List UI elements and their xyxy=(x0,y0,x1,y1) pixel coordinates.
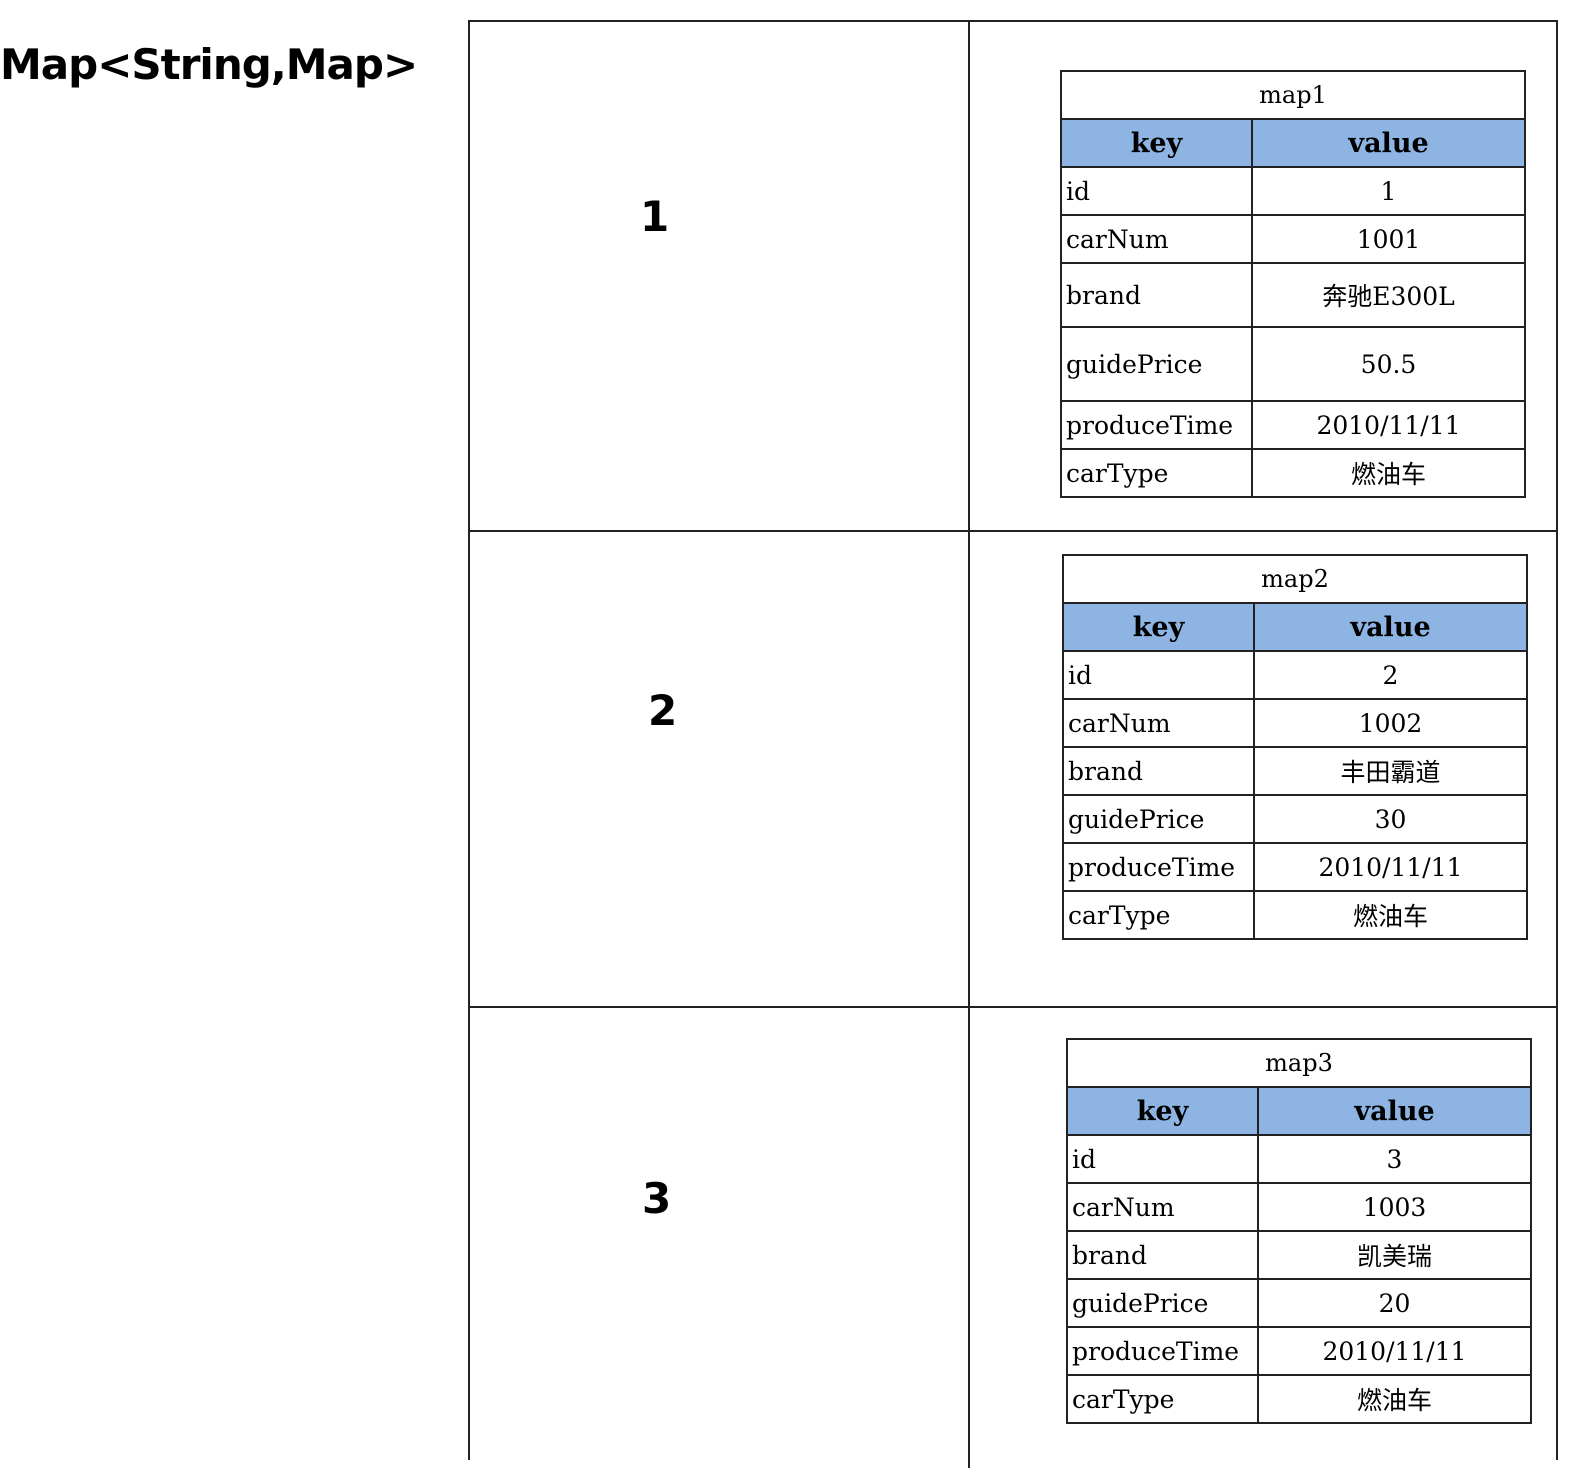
entry-value: 3 xyxy=(1256,1134,1533,1184)
map-entry-row: brand 奔驰E300L xyxy=(1060,262,1527,328)
entry-value: 1003 xyxy=(1256,1182,1533,1232)
inner-map-table: map3 key value id 3 carNum 1003 brand 凯美瑞 g… xyxy=(1065,1038,1533,1424)
entry-key: carType xyxy=(1066,1374,1259,1424)
map-entry-row: guidePrice 20 xyxy=(1066,1278,1533,1328)
key-header: key xyxy=(1060,118,1253,168)
entry-value: 凯美瑞 xyxy=(1256,1230,1533,1280)
entry-key: carNum xyxy=(1060,214,1253,264)
entry-key: brand xyxy=(1066,1230,1259,1280)
map-entry-row: produceTime 2010/11/11 xyxy=(1060,400,1527,450)
entry-value: 1 xyxy=(1250,166,1527,216)
entry-value: 2010/11/11 xyxy=(1252,842,1529,892)
map-entry-row: carType 燃油车 xyxy=(1062,890,1529,940)
value-header: value xyxy=(1252,602,1529,652)
entry-value: 20 xyxy=(1256,1278,1533,1328)
inner-map-name: map3 xyxy=(1065,1038,1533,1088)
map-entry-row: carType 燃油车 xyxy=(1066,1374,1533,1424)
outer-map-row: 1 map1 key value id 1 carNum 1001 brand 奔驰E… xyxy=(470,22,1556,532)
inner-map-table: map1 key value id 1 carNum 1001 brand 奔驰E30… xyxy=(1059,70,1527,498)
entry-value: 燃油车 xyxy=(1256,1374,1533,1424)
entry-value: 1001 xyxy=(1250,214,1527,264)
entry-value: 2010/11/11 xyxy=(1256,1326,1533,1376)
entry-key: guidePrice xyxy=(1062,794,1255,844)
map-entry-row: carType 燃油车 xyxy=(1060,448,1527,498)
entry-key: carType xyxy=(1062,890,1255,940)
entry-value: 50.5 xyxy=(1250,326,1527,402)
entry-key: carType xyxy=(1060,448,1253,498)
map-entry-row: brand 丰田霸道 xyxy=(1062,746,1529,796)
map-entry-row: brand 凯美瑞 xyxy=(1066,1230,1533,1280)
outer-map-key: 3 xyxy=(642,1174,672,1223)
value-header: value xyxy=(1256,1086,1533,1136)
column-divider xyxy=(968,1008,970,1468)
map-entry-row: guidePrice 30 xyxy=(1062,794,1529,844)
value-header: value xyxy=(1250,118,1527,168)
entry-value: 1002 xyxy=(1252,698,1529,748)
map-entry-row: guidePrice 50.5 xyxy=(1060,326,1527,402)
entry-value: 燃油车 xyxy=(1250,448,1527,498)
diagram-title: Map<String,Map> xyxy=(0,40,418,89)
inner-map-name: map1 xyxy=(1059,70,1527,120)
entry-value: 2010/11/11 xyxy=(1250,400,1527,450)
entry-key: guidePrice xyxy=(1066,1278,1259,1328)
outer-map-row: 3 map3 key value id 3 carNum 1003 brand 凯美瑞… xyxy=(470,1008,1556,1468)
entry-key: produceTime xyxy=(1062,842,1255,892)
map-entry-row: carNum 1002 xyxy=(1062,698,1529,748)
outer-map-table: 1 map1 key value id 1 carNum 1001 brand 奔驰E… xyxy=(468,20,1558,1468)
entry-key: produceTime xyxy=(1066,1326,1259,1376)
map-entry-row: id 1 xyxy=(1060,166,1527,216)
entry-key: carNum xyxy=(1062,698,1255,748)
key-header: key xyxy=(1066,1086,1259,1136)
entry-value: 丰田霸道 xyxy=(1252,746,1529,796)
outer-map-key: 1 xyxy=(640,192,670,241)
outer-map-key: 2 xyxy=(648,686,678,735)
map-entry-row: produceTime 2010/11/11 xyxy=(1062,842,1529,892)
map-entry-row: id 3 xyxy=(1066,1134,1533,1184)
inner-map-table: map2 key value id 2 carNum 1002 brand 丰田霸道 … xyxy=(1061,554,1529,940)
entry-key: brand xyxy=(1060,262,1253,328)
outer-map-row: 2 map2 key value id 2 carNum 1002 brand 丰田霸… xyxy=(470,532,1556,1008)
entry-key: brand xyxy=(1062,746,1255,796)
entry-value: 30 xyxy=(1252,794,1529,844)
entry-key: carNum xyxy=(1066,1182,1259,1232)
map-entry-row: id 2 xyxy=(1062,650,1529,700)
map-entry-row: produceTime 2010/11/11 xyxy=(1066,1326,1533,1376)
map-entry-row: carNum 1003 xyxy=(1066,1182,1533,1232)
entry-value: 奔驰E300L xyxy=(1250,262,1527,328)
map-entry-row: carNum 1001 xyxy=(1060,214,1527,264)
column-divider xyxy=(968,532,970,1006)
entry-key: id xyxy=(1066,1134,1259,1184)
entry-value: 2 xyxy=(1252,650,1529,700)
entry-key: id xyxy=(1062,650,1255,700)
column-divider xyxy=(968,22,970,530)
key-header: key xyxy=(1062,602,1255,652)
inner-map-name: map2 xyxy=(1061,554,1529,604)
entry-key: id xyxy=(1060,166,1253,216)
entry-key: produceTime xyxy=(1060,400,1253,450)
entry-value: 燃油车 xyxy=(1252,890,1529,940)
entry-key: guidePrice xyxy=(1060,326,1253,402)
